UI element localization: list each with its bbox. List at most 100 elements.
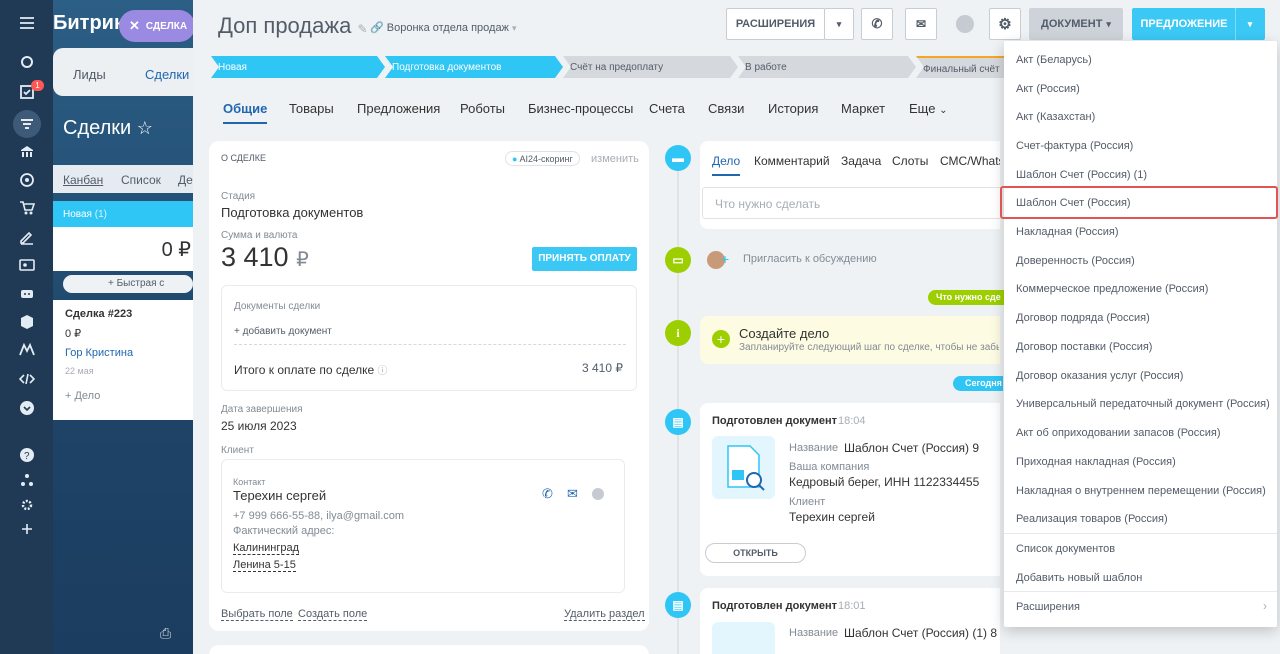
settings-icon[interactable] — [17, 495, 37, 515]
bank-icon[interactable] — [17, 142, 37, 162]
code-icon[interactable] — [17, 369, 37, 389]
settings-button[interactable]: ⚙ — [989, 8, 1021, 40]
feed-icon[interactable] — [17, 52, 37, 72]
tab-offers[interactable]: Предложения — [357, 101, 440, 116]
menu-item-goods-sale[interactable]: Реализация товаров (Россия) — [1016, 513, 1168, 525]
market-icon[interactable] — [17, 340, 37, 360]
tab-market[interactable]: Маркет — [841, 101, 885, 116]
create-field-link[interactable]: Создать поле — [298, 608, 368, 621]
deal-card-add-activity[interactable]: + Дело — [65, 390, 181, 402]
menu-item-document-list[interactable]: Список документов — [1016, 543, 1115, 555]
mail-icon: ✉ — [915, 17, 927, 31]
robot-icon[interactable] — [17, 283, 37, 303]
scoring-badge[interactable]: ● AI24-скоринг — [505, 151, 580, 166]
menu-item-contract-supply[interactable]: Договор поставки (Россия) — [1016, 341, 1152, 353]
menu-item-contract-services[interactable]: Договор оказания услуг (Россия) — [1016, 370, 1183, 382]
menu-item-act-kazakhstan[interactable]: Акт (Казахстан) — [1016, 111, 1095, 123]
chevron-down-circle-icon[interactable] — [17, 398, 37, 418]
quick-deal-button[interactable]: + Быстрая с — [63, 275, 193, 293]
menu-item-commercial-offer[interactable]: Коммерческое предложение (Россия) — [1016, 283, 1208, 295]
edit-link[interactable]: изменить — [591, 153, 639, 165]
view-kanban[interactable]: Канбан — [63, 173, 103, 187]
email-button[interactable]: ✉ — [905, 8, 937, 40]
deal-card[interactable]: Сделка #223 0 ₽ Гор Кристина 22 мая + Де… — [53, 300, 193, 420]
menu-item-receipt-waybill[interactable]: Приходная накладная (Россия) — [1016, 456, 1176, 468]
close-slider-tab[interactable]: ✕ СДЕЛКА — [119, 10, 195, 42]
view-list[interactable]: Список — [121, 173, 161, 187]
choose-field-link[interactable]: Выбрать поле — [221, 608, 293, 621]
view-more[interactable]: Де — [178, 173, 193, 187]
crm-tabbar: Лиды Сделки — [53, 48, 193, 96]
add-document-link[interactable]: + добавить документ — [234, 326, 332, 337]
mail-icon[interactable]: ✉ — [567, 486, 578, 502]
stage-prepayment-invoice[interactable]: Счёт на предоплату — [563, 56, 738, 78]
delete-section-link[interactable]: Удалить раздел — [564, 608, 645, 621]
cart-icon[interactable] — [17, 198, 37, 218]
menu-icon[interactable] — [17, 13, 37, 33]
contact-name[interactable]: Терехин сергей — [233, 488, 326, 503]
invite-plus-icon[interactable]: + — [721, 251, 729, 267]
deals-title: Сделки ☆ — [63, 117, 153, 139]
menu-item-power-of-attorney[interactable]: Доверенность (Россия) — [1016, 255, 1135, 267]
client-box: Контакт Терехин сергей +7 999 666-55-88,… — [221, 459, 625, 593]
menu-item-stock-act[interactable]: Акт об оприходовании запасов (Россия) — [1016, 427, 1221, 439]
menu-item-add-template[interactable]: Добавить новый шаблон — [1016, 572, 1142, 584]
tab-more[interactable]: Еще ⌄ — [909, 101, 947, 116]
extensions-dropdown-button[interactable]: ▾ — [824, 8, 854, 40]
accept-payment-button[interactable]: ПРИНЯТЬ ОПЛАТУ — [532, 247, 637, 271]
chat-icon[interactable] — [956, 15, 974, 33]
tab-robots[interactable]: Роботы — [460, 101, 505, 116]
phone-icon[interactable]: ✆ — [542, 486, 553, 502]
menu-item-contract-work[interactable]: Договор подряда (Россия) — [1016, 312, 1150, 324]
menu-item-act-russia[interactable]: Акт (Россия) — [1016, 83, 1080, 95]
tab-general[interactable]: Общие — [223, 101, 268, 124]
open-document-button[interactable]: ОТКРЫТЬ — [705, 543, 806, 563]
tab-deals[interactable]: Сделки — [145, 67, 189, 82]
contact-card-icon[interactable] — [17, 255, 37, 275]
funnel-selector[interactable]: 🔗 Воронка отдела продаж ▾ — [370, 21, 517, 34]
crm-icon[interactable] — [13, 110, 41, 138]
tab-sms[interactable]: СМС/Whats — [940, 154, 1000, 168]
tab-invoices[interactable]: Счета — [649, 101, 685, 116]
add-icon[interactable] — [17, 519, 37, 539]
stage-in-progress[interactable]: В работе — [738, 56, 916, 78]
gear-icon: ⚙ — [998, 16, 1012, 33]
menu-item-invoice-template-1[interactable]: Шаблон Счет (Россия) (1) — [1016, 169, 1147, 181]
invite-link[interactable]: Пригласить к обсуждению — [743, 253, 877, 265]
tab-task[interactable]: Задача — [841, 154, 881, 168]
tab-history[interactable]: История — [768, 101, 818, 116]
menu-item-invoice-factura[interactable]: Счет-фактура (Россия) — [1016, 140, 1133, 152]
tab-slots[interactable]: Слоты — [892, 154, 928, 168]
tab-business-processes[interactable]: Бизнес-процессы — [528, 101, 633, 116]
tab-leads[interactable]: Лиды — [73, 67, 106, 82]
menu-item-transfer-waybill[interactable]: Накладная о внутреннем перемещении (Росс… — [1016, 485, 1266, 497]
stage-final-invoice[interactable]: Финальный счёт — [916, 56, 1016, 78]
document-button[interactable]: ДОКУМЕНТ ▾ — [1029, 8, 1123, 40]
box-icon[interactable] — [17, 312, 37, 332]
menu-item-invoice-template[interactable]: Шаблон Счет (Россия) — [1016, 197, 1131, 209]
extensions-button[interactable]: РАСШИРЕНИЯ — [726, 8, 825, 40]
deal-card-sum: 0 ₽ — [65, 328, 82, 340]
menu-item-upd[interactable]: Универсальный передаточный документ (Рос… — [1016, 398, 1270, 410]
address-city[interactable]: Калининград — [233, 542, 300, 555]
help-icon[interactable]: ? — [17, 445, 37, 465]
phone-button[interactable]: ✆ — [861, 8, 893, 40]
stage-new[interactable]: Новая — [211, 56, 385, 78]
create-activity-banner[interactable]: + Создайте дело Запланируйте следующий ш… — [700, 316, 1000, 364]
stage-docs-prep[interactable]: Подготовка документов — [385, 56, 563, 78]
address-street[interactable]: Ленина 5-15 — [233, 559, 296, 572]
chat-icon[interactable] — [592, 488, 604, 500]
sign-icon[interactable] — [17, 227, 37, 247]
target-icon[interactable] — [17, 170, 37, 190]
menu-item-extensions[interactable]: Расширения — [1016, 601, 1080, 613]
offer-dropdown-button[interactable]: ▾ — [1235, 8, 1265, 40]
tab-products[interactable]: Товары — [289, 101, 334, 116]
tab-comment[interactable]: Комментарий — [754, 154, 830, 168]
tab-links[interactable]: Связи — [708, 101, 744, 116]
structure-icon[interactable] — [17, 470, 37, 490]
menu-item-act-belarus[interactable]: Акт (Беларусь) — [1016, 54, 1092, 66]
tab-activity[interactable]: Дело — [712, 154, 741, 176]
menu-item-waybill[interactable]: Накладная (Россия) — [1016, 226, 1119, 238]
todo-input[interactable]: Что нужно сделать — [702, 187, 1000, 219]
offer-button[interactable]: ПРЕДЛОЖЕНИЕ — [1132, 8, 1236, 40]
